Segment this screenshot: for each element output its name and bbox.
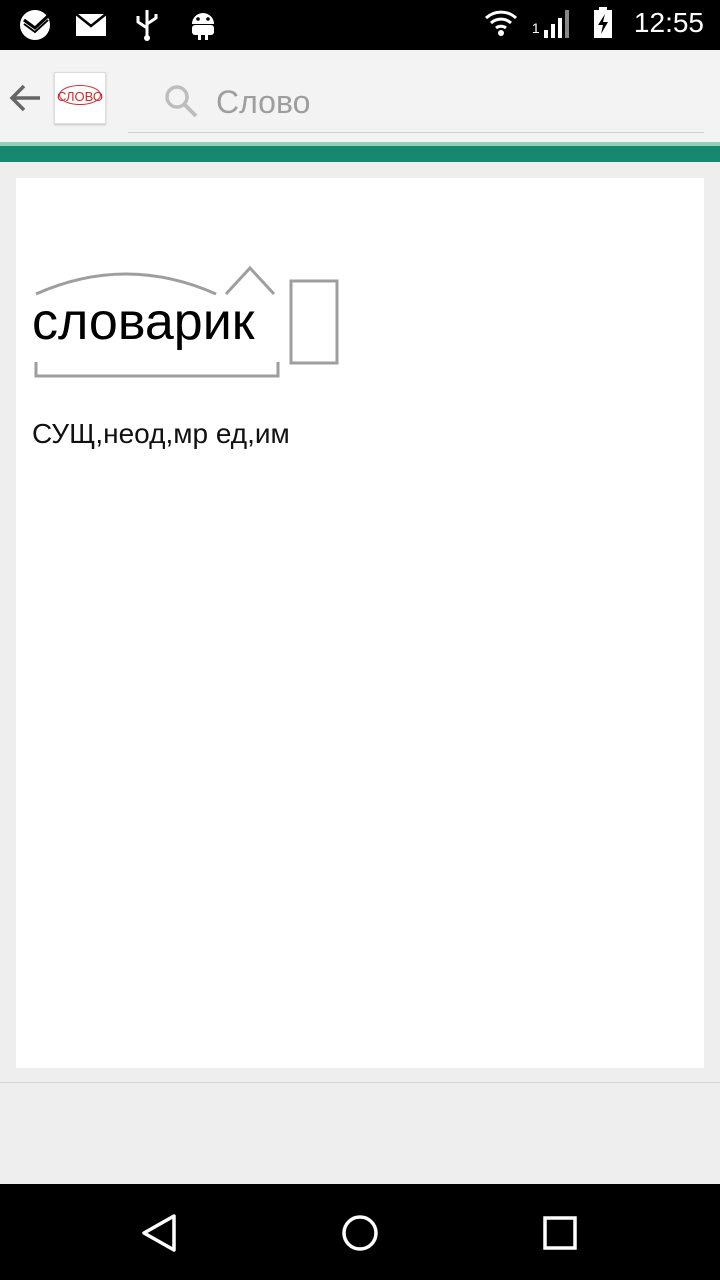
word-card: словарик СУЩ,неод,мр ед,им bbox=[16, 178, 704, 1068]
zero-ending-box bbox=[289, 279, 339, 365]
wifi-icon bbox=[484, 10, 517, 36]
signal-indicator: 1 bbox=[532, 6, 572, 40]
word-text: словарик bbox=[32, 293, 255, 351]
nav-home-icon[interactable] bbox=[335, 1208, 385, 1258]
nav-recents-icon[interactable] bbox=[535, 1208, 585, 1258]
stem-bracket bbox=[34, 362, 280, 378]
search-bar[interactable] bbox=[128, 70, 704, 133]
nav-back-icon[interactable] bbox=[134, 1208, 184, 1258]
back-arrow-icon[interactable] bbox=[6, 78, 46, 118]
clock: 12:55 bbox=[633, 7, 704, 38]
mail-icon bbox=[75, 13, 107, 36]
sim-number: 1 bbox=[531, 20, 540, 36]
battery-charging-icon bbox=[593, 7, 612, 38]
app-logo[interactable]: СЛОВО bbox=[54, 72, 106, 124]
search-input[interactable] bbox=[214, 78, 698, 126]
status-bar: 1 12:55 bbox=[0, 0, 720, 50]
sber-icon bbox=[20, 10, 50, 40]
accent-divider bbox=[0, 142, 720, 162]
signal-icon bbox=[543, 10, 569, 38]
search-icon bbox=[165, 85, 198, 118]
app-logo-text: СЛОВО bbox=[57, 89, 103, 104]
usb-icon bbox=[136, 10, 158, 41]
navigation-bar bbox=[0, 1184, 720, 1280]
morphology-info: СУЩ,неод,мр ед,им bbox=[32, 418, 290, 449]
word-morpheme-parse: словарик bbox=[30, 264, 360, 384]
bottom-divider bbox=[0, 1082, 720, 1083]
android-icon bbox=[192, 13, 214, 40]
app-bar: СЛОВО bbox=[0, 50, 720, 142]
